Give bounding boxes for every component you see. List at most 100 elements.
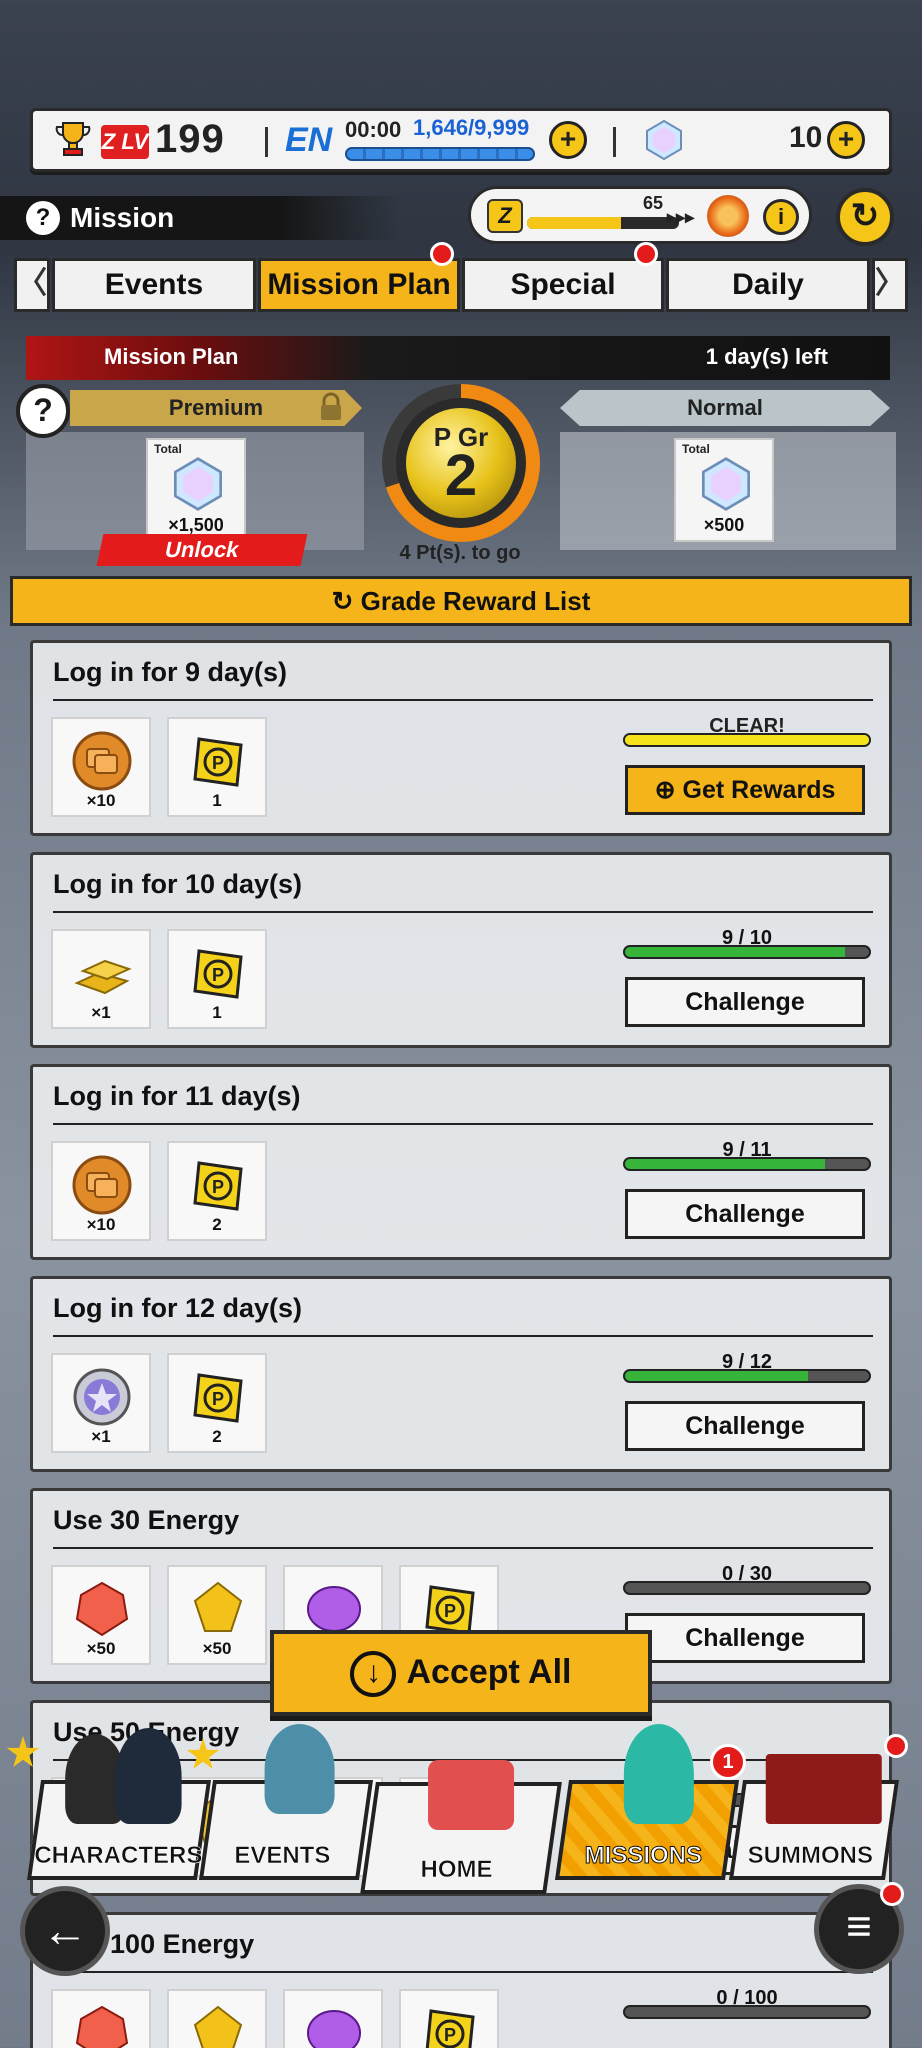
nav-summons[interactable]: SUMMONS bbox=[728, 1754, 900, 1880]
tab-special[interactable]: Special bbox=[462, 258, 664, 312]
reward-slot[interactable]: ×10 bbox=[51, 717, 151, 817]
refresh-button[interactable]: ↻ bbox=[836, 188, 894, 246]
star-icon bbox=[6, 1736, 40, 1767]
energy-timer: 00:00 bbox=[345, 117, 402, 142]
challenge-button[interactable]: Challenge bbox=[625, 1613, 865, 1663]
mission-title: Log in for 11 day(s) bbox=[53, 1081, 301, 1111]
energy-label: EN bbox=[285, 121, 333, 159]
add-energy-button[interactable]: + bbox=[549, 121, 587, 159]
challenge-button[interactable]: Challenge bbox=[625, 1401, 865, 1451]
progress-bar bbox=[623, 1369, 871, 1383]
unlock-button[interactable]: Unlock bbox=[96, 534, 308, 566]
mission-card: Log in for 9 day(s) ×10 P 1 CLEAR! ⊕ Get Rewa… bbox=[30, 640, 892, 836]
button-label: Challenge bbox=[685, 1200, 805, 1228]
add-crystal-button[interactable]: + bbox=[827, 121, 865, 159]
p-point-icon: P bbox=[193, 1373, 243, 1423]
reward-quantity: 2 bbox=[212, 1427, 222, 1446]
progress-bar-fill bbox=[625, 947, 845, 957]
player-level: 199 bbox=[155, 117, 225, 161]
reward-slot[interactable]: P1 bbox=[167, 717, 267, 817]
zpower-panel: Z 65 ▸▸▸ i bbox=[468, 186, 812, 244]
reward-quantity: ×10 bbox=[86, 1215, 116, 1234]
grade-reward-list-label: Grade Reward List bbox=[360, 586, 591, 616]
reward-quantity: ×50 bbox=[202, 1639, 232, 1658]
zpower-level: 65 bbox=[643, 193, 664, 213]
reward-slot[interactable]: P2 bbox=[167, 1353, 267, 1453]
info-icon[interactable]: i bbox=[763, 199, 799, 235]
divider bbox=[53, 1123, 873, 1125]
zpower-bar-fill bbox=[527, 217, 622, 229]
reward-slot[interactable]: ×50 bbox=[51, 1565, 151, 1665]
tab-daily[interactable]: Daily bbox=[666, 258, 870, 312]
zpower-bar bbox=[527, 217, 679, 229]
accept-all-label: Accept All bbox=[406, 1653, 572, 1691]
character-medal-icon bbox=[707, 195, 749, 237]
help-icon[interactable]: ? bbox=[26, 201, 60, 235]
tab-events[interactable]: Events bbox=[52, 258, 256, 312]
gold-bars-icon bbox=[74, 959, 132, 995]
plan-grade-coin: P Gr 2 bbox=[406, 408, 516, 518]
help-icon[interactable]: ? bbox=[16, 384, 70, 438]
reward-slot[interactable] bbox=[167, 1989, 267, 2048]
grade-reward-list-button[interactable]: ↻ Grade Reward List bbox=[10, 576, 912, 626]
accept-all-button[interactable]: ↓ Accept All bbox=[270, 1630, 652, 1716]
mission-tabs: 〈 Events Mission Plan Special Daily 〉 bbox=[14, 242, 908, 312]
mission-card: Log in for 12 day(s) ×1 P 2 9 / 12 Challenge bbox=[30, 1276, 892, 1472]
progress-bar-fill bbox=[625, 1371, 808, 1381]
normal-reward-item[interactable]: Total ×500 bbox=[674, 438, 774, 542]
nav-home[interactable]: HOME bbox=[360, 1760, 562, 1894]
reward-quantity: 1 bbox=[212, 1003, 222, 1022]
svg-text:P: P bbox=[212, 753, 224, 773]
z-icon: Z bbox=[487, 199, 523, 233]
plan-grade-inner: P Gr 2 bbox=[396, 398, 526, 528]
reward-slot[interactable]: ×1 bbox=[51, 929, 151, 1029]
premium-reward-item[interactable]: Total ×1,500 bbox=[146, 438, 246, 542]
challenge-button[interactable]: Challenge bbox=[625, 1189, 865, 1239]
progress-bar bbox=[623, 1581, 871, 1595]
nav-characters[interactable]: CHARACTERS bbox=[26, 1728, 212, 1880]
energy-bar bbox=[345, 147, 535, 161]
back-button[interactable]: ← bbox=[20, 1886, 110, 1976]
progress-bar bbox=[623, 945, 871, 959]
challenge-button[interactable]: Challenge bbox=[625, 977, 865, 1027]
mission-title: Log in for 9 day(s) bbox=[53, 657, 288, 687]
reward-slot[interactable] bbox=[283, 1989, 383, 2048]
bulma-portrait bbox=[623, 1724, 694, 1824]
chrono-crystal-icon bbox=[174, 457, 222, 511]
points-to-go: 4 Pt(s). to go bbox=[399, 542, 521, 564]
reward-slot[interactable]: P1 bbox=[167, 929, 267, 1029]
p-point-icon: P bbox=[193, 949, 243, 999]
reward-slot[interactable]: P bbox=[399, 1989, 499, 2048]
notification-dot bbox=[880, 1882, 904, 1906]
nav-missions[interactable]: MISSIONS bbox=[554, 1724, 740, 1880]
reward-slot[interactable]: ×1 bbox=[51, 1353, 151, 1453]
mission-title: Log in for 12 day(s) bbox=[53, 1293, 303, 1323]
tab-mission-plan[interactable]: Mission Plan bbox=[258, 258, 460, 312]
svg-text:P: P bbox=[444, 1601, 456, 1621]
reward-slot[interactable]: ×10 bbox=[51, 1141, 151, 1241]
mission-title: Log in for 10 day(s) bbox=[53, 869, 303, 899]
tab-next-arrow[interactable]: 〉 bbox=[872, 258, 908, 312]
reward-slot[interactable]: P2 bbox=[167, 1141, 267, 1241]
progress-bar bbox=[623, 2005, 871, 2019]
reward-slot[interactable] bbox=[51, 1989, 151, 2048]
zlv-badge: Z LV bbox=[101, 125, 149, 159]
mission-plan-title: Mission Plan bbox=[104, 344, 239, 369]
button-label: Challenge bbox=[685, 1412, 805, 1440]
character-portrait bbox=[115, 1728, 182, 1824]
progress-bar-fill bbox=[625, 735, 869, 745]
get-rewards-button[interactable]: ⊕ Get Rewards bbox=[625, 765, 865, 815]
svg-text:P: P bbox=[444, 2025, 456, 2045]
tab-prev-arrow[interactable]: 〈 bbox=[14, 258, 50, 312]
lock-icon bbox=[321, 392, 341, 420]
divider bbox=[265, 127, 268, 157]
arrows-icon: ▸▸▸ bbox=[667, 207, 695, 227]
notification-dot bbox=[884, 1734, 908, 1758]
mission-header: ? Mission bbox=[0, 196, 400, 240]
nav-events[interactable]: EVENTS bbox=[198, 1724, 374, 1880]
mission-card: Log in for 11 day(s) ×10 P 2 9 / 11 Challenge bbox=[30, 1064, 892, 1260]
reward-quantity: 1 bbox=[212, 791, 222, 810]
reward-slot[interactable]: ×50 bbox=[167, 1565, 267, 1665]
button-label: Challenge bbox=[685, 988, 805, 1016]
refresh-icon: ↻ bbox=[331, 586, 354, 616]
